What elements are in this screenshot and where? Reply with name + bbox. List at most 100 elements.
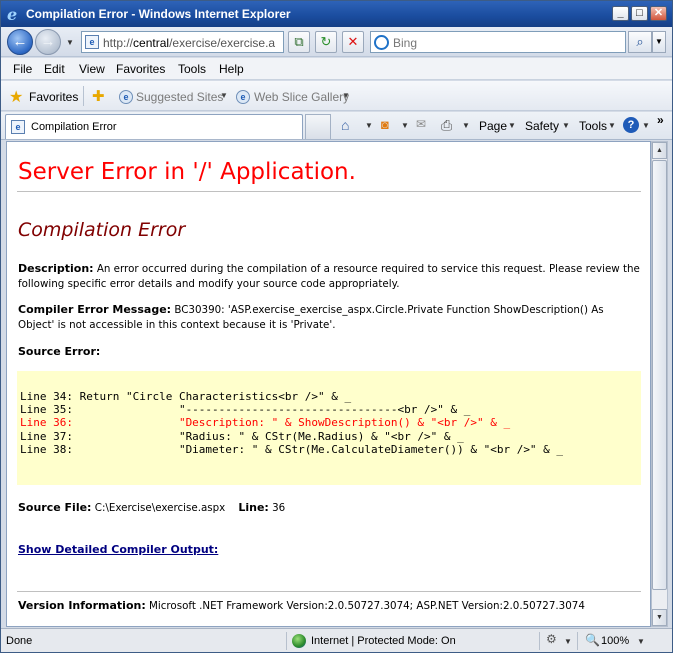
web-slice-gallery-dropdown[interactable]: ▼ <box>342 91 350 100</box>
page-menu-dropdown: ▼ <box>508 121 516 130</box>
scroll-down-button[interactable]: ▼ <box>652 609 667 626</box>
zoom-dropdown[interactable]: ▼ <box>637 637 645 646</box>
forward-icon: → <box>40 33 56 50</box>
search-placeholder: Bing <box>393 36 418 50</box>
suggested-sites-icon: e <box>119 90 133 104</box>
print-icon[interactable]: ⎙ <box>441 117 452 134</box>
code-line: Line 34: Return "Circle Characteristics<… <box>20 390 352 403</box>
version-text: Microsoft .NET Framework Version:2.0.507… <box>149 600 585 612</box>
page-heading: Server Error in '/' Application. <box>18 159 356 185</box>
globe-icon <box>292 634 306 648</box>
title-bar: e Compilation Error - Windows Internet E… <box>1 1 672 27</box>
compat-view-icon: ⧉ <box>294 34 304 49</box>
svg-text:e: e <box>7 6 17 22</box>
status-bar: Done Internet | Protected Mode: On ⚙ ▼ 🔍… <box>1 628 672 652</box>
menu-favorites[interactable]: Favorites <box>116 62 165 76</box>
menu-file[interactable]: File <box>13 62 32 76</box>
browser-window: e Compilation Error - Windows Internet E… <box>0 0 673 653</box>
page-menu[interactable]: Page <box>479 119 507 133</box>
suggested-sites-dropdown[interactable]: ▼ <box>220 91 228 100</box>
stop-button[interactable]: ✕ <box>342 31 364 53</box>
protected-mode-dropdown[interactable]: ▼ <box>564 637 572 646</box>
code-line-error: Line 36: "Description: " & ShowDescripti… <box>20 416 511 430</box>
favorites-separator <box>83 86 84 106</box>
compiler-message-block: Compiler Error Message: BC30390: 'ASP.ex… <box>18 302 640 333</box>
menu-help[interactable]: Help <box>219 62 244 76</box>
stop-icon: ✕ <box>347 34 359 49</box>
recent-pages-dropdown[interactable]: ▼ <box>66 38 74 47</box>
menu-tools[interactable]: Tools <box>178 62 206 76</box>
rss-feed-icon[interactable]: ◙ <box>381 117 389 132</box>
chevron-more-icon[interactable]: » <box>657 113 664 127</box>
line-label: Line: <box>238 501 269 514</box>
line-value: 36 <box>272 502 286 514</box>
search-icon: ⌕ <box>636 34 644 49</box>
vertical-scrollbar[interactable]: ▲ ▼ <box>651 141 668 627</box>
source-code: Line 34: Return "Circle Characteristics<… <box>20 390 563 456</box>
compat-view-button[interactable]: ⧉ <box>288 31 310 53</box>
address-field[interactable]: e http://central/exercise/exercise.a <box>81 31 284 53</box>
menu-view[interactable]: View <box>79 62 105 76</box>
print-dropdown[interactable]: ▼ <box>462 121 470 130</box>
add-favorites-icon[interactable]: ✚ <box>92 87 105 105</box>
zoom-icon[interactable]: 🔍 <box>585 633 600 647</box>
version-block: Version Information: Microsoft .NET Fram… <box>18 598 640 614</box>
status-divider <box>577 632 578 650</box>
favorites-star-icon[interactable]: ★ <box>9 87 23 107</box>
search-options-dropdown[interactable]: ▼ <box>652 31 666 53</box>
tab-compilation-error[interactable]: e Compilation Error <box>5 114 303 139</box>
page-icon: e <box>11 120 25 134</box>
source-error-label: Source Error: <box>18 345 101 358</box>
description-block: Description: An error occurred during th… <box>18 261 640 292</box>
source-file-block: Source File: C:\Exercise\exercise.aspx L… <box>18 500 640 516</box>
safety-menu[interactable]: Safety <box>525 119 559 133</box>
new-tab-button[interactable] <box>305 114 331 139</box>
page-content: Server Error in '/' Application. Compila… <box>6 141 651 627</box>
tab-title: Compilation Error <box>31 121 117 133</box>
heading-divider <box>17 191 641 192</box>
back-icon: ← <box>12 33 28 50</box>
search-button[interactable]: ⌕ <box>628 31 652 53</box>
ie-logo-icon: e <box>7 6 17 22</box>
command-bar: e Compilation Error ⌂ ▼ ◙ ▼ ✉ ⎙ ▼ Page ▼… <box>1 112 672 140</box>
status-divider <box>539 632 540 650</box>
home-icon[interactable]: ⌂ <box>341 117 349 133</box>
security-zone[interactable]: Internet | Protected Mode: On <box>311 635 456 647</box>
help-dropdown[interactable]: ▼ <box>642 121 650 130</box>
maximize-button[interactable]: □ <box>631 6 648 21</box>
show-detailed-compiler-output-link[interactable]: Show Detailed Compiler Output: <box>18 543 218 556</box>
footer-divider <box>17 591 641 592</box>
scroll-up-button[interactable]: ▲ <box>652 142 667 159</box>
address-url[interactable]: http://central/exercise/exercise.a <box>103 36 281 50</box>
tools-menu[interactable]: Tools <box>579 119 607 133</box>
feeds-dropdown[interactable]: ▼ <box>401 121 409 130</box>
version-label: Version Information: <box>18 599 146 612</box>
suggested-sites-link[interactable]: Suggested Sites <box>136 90 223 104</box>
page-subheading: Compilation Error <box>18 219 186 241</box>
web-slice-gallery-icon: e <box>236 90 250 104</box>
status-text: Done <box>6 635 33 647</box>
help-icon[interactable]: ? <box>623 117 639 133</box>
close-button[interactable]: ✕ <box>650 6 667 21</box>
home-dropdown[interactable]: ▼ <box>365 121 373 130</box>
source-file-label: Source File: <box>18 501 92 514</box>
tools-menu-dropdown: ▼ <box>608 121 616 130</box>
zoom-level[interactable]: 100% <box>601 635 629 647</box>
refresh-button[interactable]: ↻ <box>315 31 337 53</box>
forward-button[interactable]: → <box>35 29 61 55</box>
favorites-button[interactable]: Favorites <box>29 90 78 104</box>
description-label: Description: <box>18 262 94 275</box>
read-mail-icon[interactable]: ✉ <box>416 117 426 131</box>
code-line: Line 37: "Radius: " & CStr(Me.Radius) & … <box>20 429 464 443</box>
protected-mode-icon[interactable]: ⚙ <box>546 632 557 646</box>
detail-link-block: Show Detailed Compiler Output: <box>18 542 640 558</box>
menu-edit[interactable]: Edit <box>44 62 65 76</box>
search-field[interactable]: Bing <box>370 31 626 53</box>
back-button[interactable]: ← <box>7 29 33 55</box>
source-error-block: Source Error: <box>18 344 640 360</box>
compiler-message-label: Compiler Error Message: <box>18 303 172 316</box>
web-slice-gallery-link[interactable]: Web Slice Gallery <box>254 90 349 104</box>
minimize-button[interactable]: _ <box>612 6 629 21</box>
page-icon: e <box>85 35 99 49</box>
scroll-thumb[interactable] <box>652 160 667 590</box>
